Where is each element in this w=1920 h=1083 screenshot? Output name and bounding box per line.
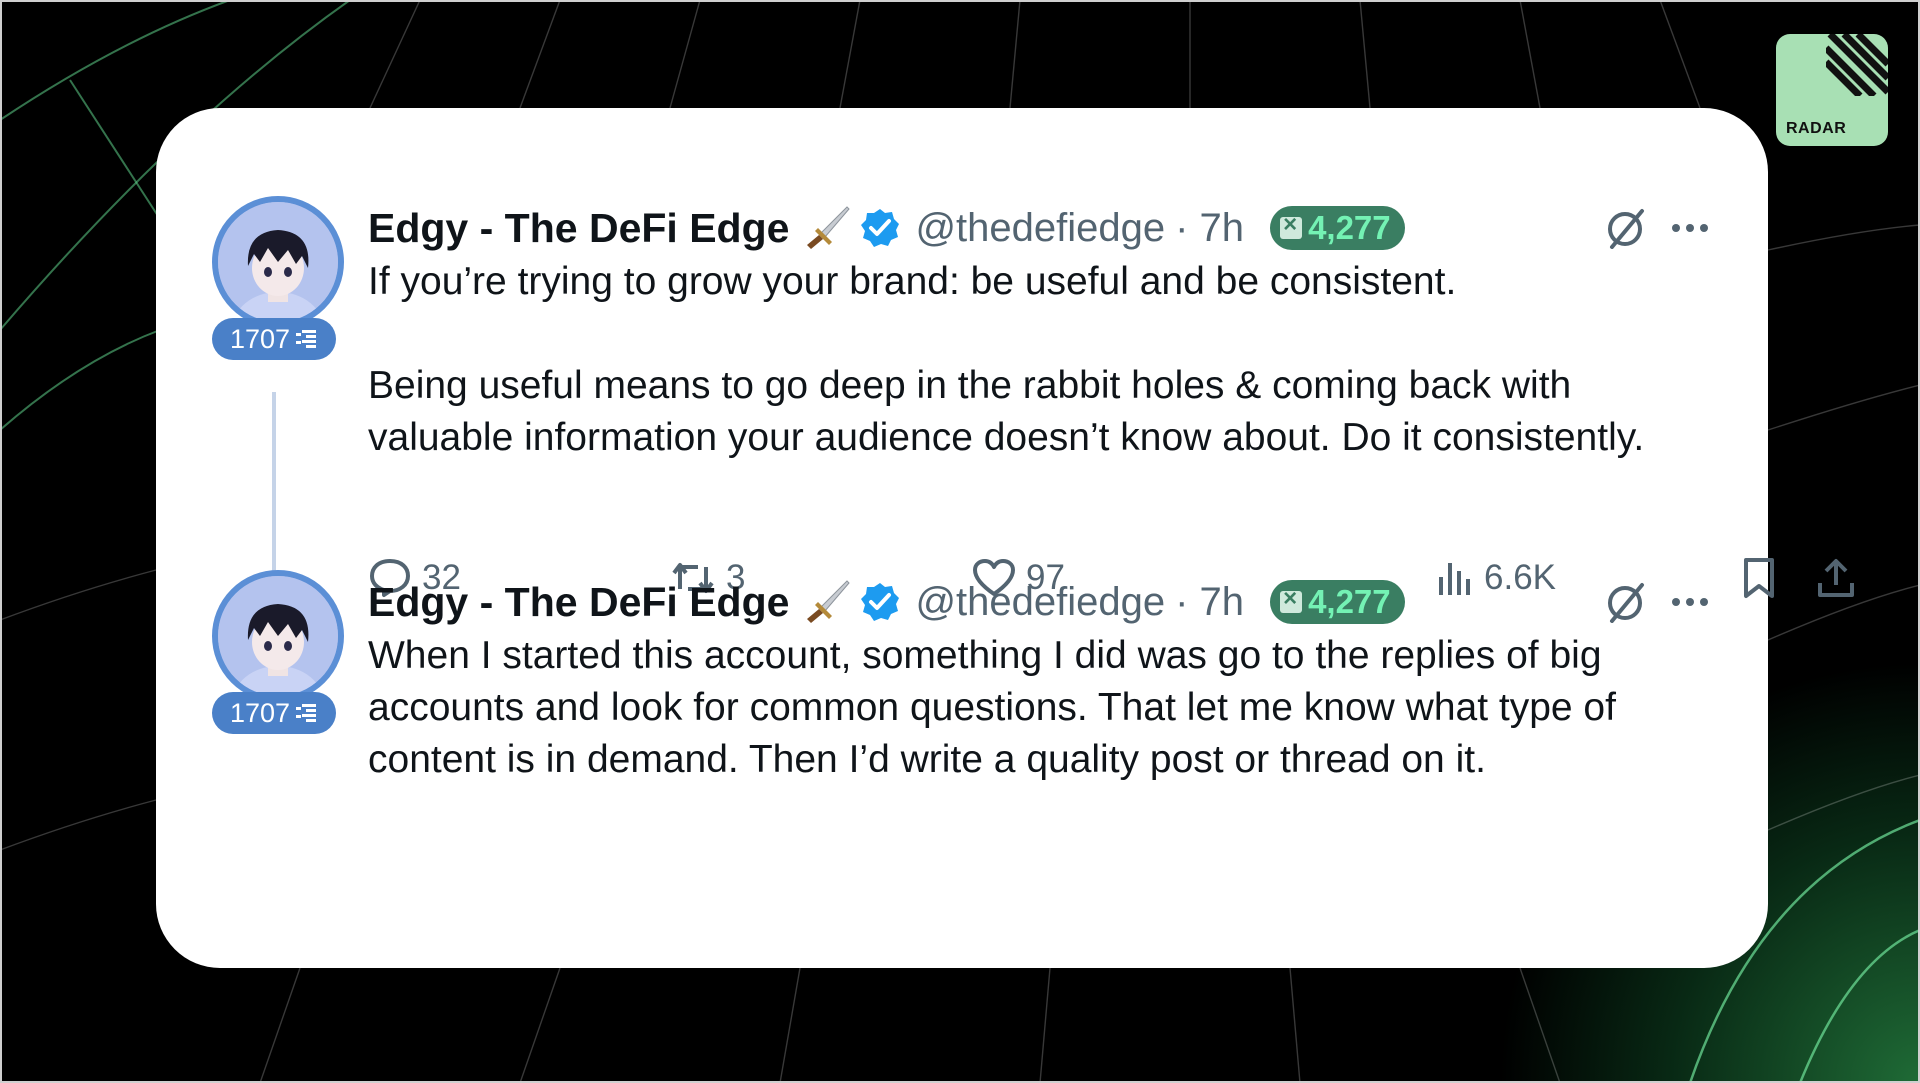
radar-stripes-icon — [1826, 34, 1888, 96]
handle[interactable]: @thedefiedge — [915, 580, 1165, 625]
avatar[interactable] — [212, 196, 344, 328]
dagger-emoji-icon — [801, 579, 851, 625]
tweet-paragraph: If you’re trying to grow your brand: be … — [368, 260, 1457, 303]
avatar-portrait-icon — [218, 202, 338, 322]
display-name[interactable]: Edgy - The DeFi Edge — [368, 205, 789, 252]
score-icon — [1280, 211, 1303, 239]
tweet-paragraph: Being useful means to go deep in the rab… — [368, 364, 1645, 459]
score-icon — [1280, 585, 1303, 613]
bookmark-icon — [1744, 558, 1774, 598]
grok-icon[interactable] — [1606, 581, 1646, 623]
tweet-text: When I started this account, something I… — [368, 630, 1708, 786]
tweet-paragraph: When I started this account, something I… — [368, 634, 1616, 781]
rank-bars-icon — [296, 330, 317, 348]
avatar-portrait-icon — [218, 576, 338, 696]
rank-badge: 1707 — [212, 318, 336, 360]
more-options-icon[interactable] — [1672, 223, 1708, 233]
tweet-thread-card: 1707 Edgy - The DeFi Edge @thedefiedge ·… — [156, 108, 1854, 968]
rank-badge: 1707 — [212, 692, 336, 734]
radar-logo: RADAR — [1776, 34, 1888, 146]
avatar[interactable] — [212, 570, 344, 702]
grok-icon[interactable] — [1606, 207, 1646, 249]
verified-badge-icon — [859, 581, 901, 623]
verified-badge-icon — [859, 207, 901, 249]
radar-logo-text: RADAR — [1786, 120, 1847, 137]
post-time[interactable]: · 7h — [1175, 580, 1244, 625]
bookmark-button[interactable] — [1742, 550, 1776, 606]
tweet-header: Edgy - The DeFi Edge @thedefiedge · 7h 4… — [368, 200, 1708, 256]
more-options-icon[interactable] — [1672, 597, 1708, 607]
share-button[interactable] — [1816, 550, 1856, 606]
tweet-text: If you’re trying to grow your brand: be … — [368, 256, 1708, 464]
handle[interactable]: @thedefiedge — [915, 206, 1165, 251]
tweet-header: Edgy - The DeFi Edge @thedefiedge · 7h 4… — [368, 574, 1708, 630]
display-name[interactable]: Edgy - The DeFi Edge — [368, 579, 789, 626]
rank-bars-icon — [296, 704, 317, 722]
post-time[interactable]: · 7h — [1175, 206, 1244, 251]
score-pill: 4,277 — [1270, 206, 1405, 250]
share-icon — [1818, 559, 1854, 597]
score-pill: 4,277 — [1270, 580, 1405, 624]
dagger-emoji-icon — [801, 205, 851, 251]
